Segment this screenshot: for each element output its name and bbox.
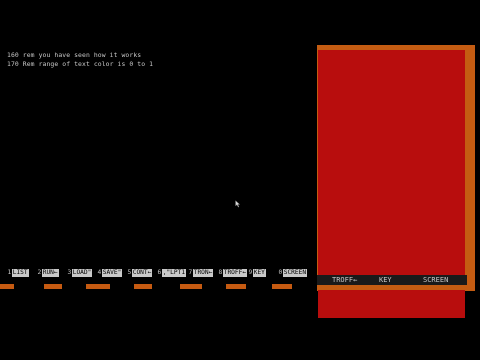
fkey-label-save: SAVE"	[101, 269, 123, 277]
troff-button[interactable]: TROFF←	[332, 276, 357, 285]
fkey-5[interactable]: 5 CONT←	[127, 268, 153, 278]
editor-line-160: 160 rem you have seen how it works	[7, 51, 142, 59]
fkey-label-load: LOAD"	[71, 269, 93, 277]
stripe-segment	[180, 284, 202, 289]
fkey-label-tron: TRON←	[192, 269, 214, 277]
arrow-pointer-icon	[235, 200, 241, 208]
fkey-1[interactable]: 1 LIST	[7, 268, 29, 278]
stripe-segment	[226, 284, 246, 289]
fkey-label-list: LIST	[11, 269, 29, 277]
fkey-label-screen: SCREEN	[282, 269, 308, 277]
graphics-window-bottom-frame	[317, 285, 475, 290]
fkey-label-run: RUN←	[41, 269, 59, 277]
fkey-label-lpt1: ,"LPT1	[161, 269, 187, 277]
stripe-segment	[272, 284, 292, 289]
fkey-8[interactable]: 8 TROFF←	[218, 268, 248, 278]
fkey-2[interactable]: 2 RUN←	[37, 268, 59, 278]
fkey-label-cont: CONT←	[131, 269, 153, 277]
screen-button[interactable]: SCREEN	[423, 276, 448, 285]
function-key-bar: 1 LIST 2 RUN← 3 LOAD" 4 SAVE" 5 CONT← 6 ,"LPT1…	[0, 268, 318, 280]
stripe-segment	[86, 284, 110, 289]
stripe-segment	[134, 284, 152, 289]
fkey-6[interactable]: 6 ,"LPT1	[157, 268, 187, 278]
fkey-label-troff: TROFF←	[222, 269, 248, 277]
fkey-4[interactable]: 4 SAVE"	[97, 268, 123, 278]
fkey-0[interactable]: 0 SCREEN	[278, 268, 308, 278]
stripe-segment	[0, 284, 14, 289]
fkey-9[interactable]: 9 KEY	[248, 268, 266, 278]
editor-line-170: 170 Rem range of text color is 0 to 1	[7, 60, 154, 68]
fkey-3[interactable]: 3 LOAD"	[67, 268, 93, 278]
dos-screen: 160 rem you have seen how it works 170 R…	[0, 0, 480, 360]
graphics-window	[317, 45, 475, 318]
fkey-label-key: KEY	[252, 269, 266, 277]
bottom-stripe	[0, 284, 318, 290]
stripe-segment	[44, 284, 62, 289]
graphics-window-frame-edge	[467, 45, 475, 285]
fkey-7[interactable]: 7 TRON←	[188, 268, 214, 278]
key-button[interactable]: KEY	[379, 276, 392, 285]
